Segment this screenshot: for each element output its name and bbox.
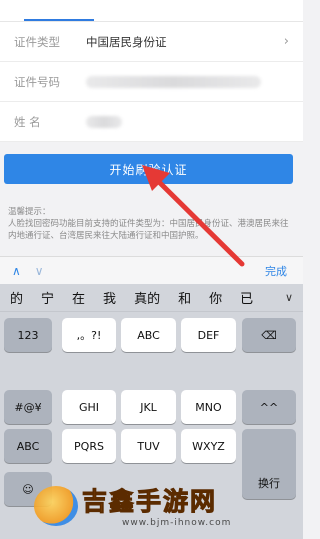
- name-field-blurred[interactable]: [86, 115, 122, 128]
- key-jkl[interactable]: JKL: [121, 390, 176, 424]
- name-row[interactable]: 姓 名: [0, 102, 303, 142]
- candidate-word[interactable]: 真的: [134, 288, 160, 307]
- tips-block: 温馨提示： 人脸找回密码功能目前支持的证件类型为：中国居民身份证、港澳居民来往内…: [0, 200, 303, 255]
- id-type-value: 中国居民身份证: [86, 34, 167, 49]
- previous-field-icon[interactable]: ∧: [12, 264, 21, 278]
- key-def[interactable]: DEF: [181, 318, 236, 352]
- key-wxyz[interactable]: WXYZ: [181, 429, 236, 463]
- name-label: 姓 名: [14, 114, 41, 129]
- done-button[interactable]: 完成: [265, 263, 287, 279]
- candidate-word[interactable]: 在: [72, 288, 85, 307]
- chevron-right-icon: ›: [283, 34, 289, 49]
- watermark-logo-icon: [34, 486, 78, 526]
- expand-candidates-icon[interactable]: ∨: [285, 291, 293, 304]
- watermark-text: 吉鑫手游网: [81, 487, 218, 517]
- key-mno[interactable]: MNO: [181, 390, 236, 424]
- key-punctuation[interactable]: ,。?!: [62, 318, 116, 352]
- section-gap: [0, 142, 303, 154]
- candidate-word[interactable]: 宁: [41, 288, 54, 307]
- backspace-key[interactable]: ⌫: [242, 318, 296, 352]
- id-number-row[interactable]: 证件号码: [0, 62, 303, 102]
- candidate-word[interactable]: 你: [209, 288, 222, 307]
- candidate-word[interactable]: 的: [10, 288, 23, 307]
- key-ghi[interactable]: GHI: [62, 390, 116, 424]
- active-tab-indicator: [24, 19, 94, 21]
- watermark-url: www.bjm-ihnow.com: [122, 518, 232, 528]
- candidate-bar: 的 宁 在 我 真的 和 你 已 ∨: [0, 284, 303, 312]
- key-symbols[interactable]: #@¥: [4, 390, 52, 424]
- tips-title: 温馨提示：: [8, 207, 51, 217]
- key-emoticon[interactable]: ^^: [242, 390, 296, 424]
- candidate-word[interactable]: 和: [178, 288, 191, 307]
- candidate-word[interactable]: 我: [103, 288, 116, 307]
- key-pqrs[interactable]: PQRS: [62, 429, 116, 463]
- site-watermark: 吉鑫手游网 www.bjm-ihnow.com: [30, 478, 300, 536]
- candidate-word[interactable]: 已: [240, 288, 253, 307]
- keyboard-accessory-bar: ∧ ∨ 完成: [0, 256, 303, 284]
- key-switch-abc[interactable]: ABC: [4, 429, 52, 463]
- key-tuv[interactable]: TUV: [121, 429, 176, 463]
- id-number-label: 证件号码: [14, 74, 60, 89]
- next-field-icon[interactable]: ∨: [35, 264, 44, 278]
- key-123[interactable]: 123: [4, 318, 52, 352]
- id-type-row[interactable]: 证件类型 中国居民身份证 ›: [0, 22, 303, 62]
- tips-body: 人脸找回密码功能目前支持的证件类型为：中国居民身份证、港澳居民来往内地通行证、台…: [8, 219, 289, 241]
- top-tab-strip: [0, 0, 303, 22]
- id-type-label: 证件类型: [14, 34, 60, 49]
- id-number-field-blurred[interactable]: [86, 75, 261, 88]
- key-abc[interactable]: ABC: [121, 318, 176, 352]
- start-verification-button[interactable]: 开始刷验认证: [4, 154, 293, 184]
- id-form: 证件类型 中国居民身份证 › 证件号码 姓 名: [0, 22, 303, 142]
